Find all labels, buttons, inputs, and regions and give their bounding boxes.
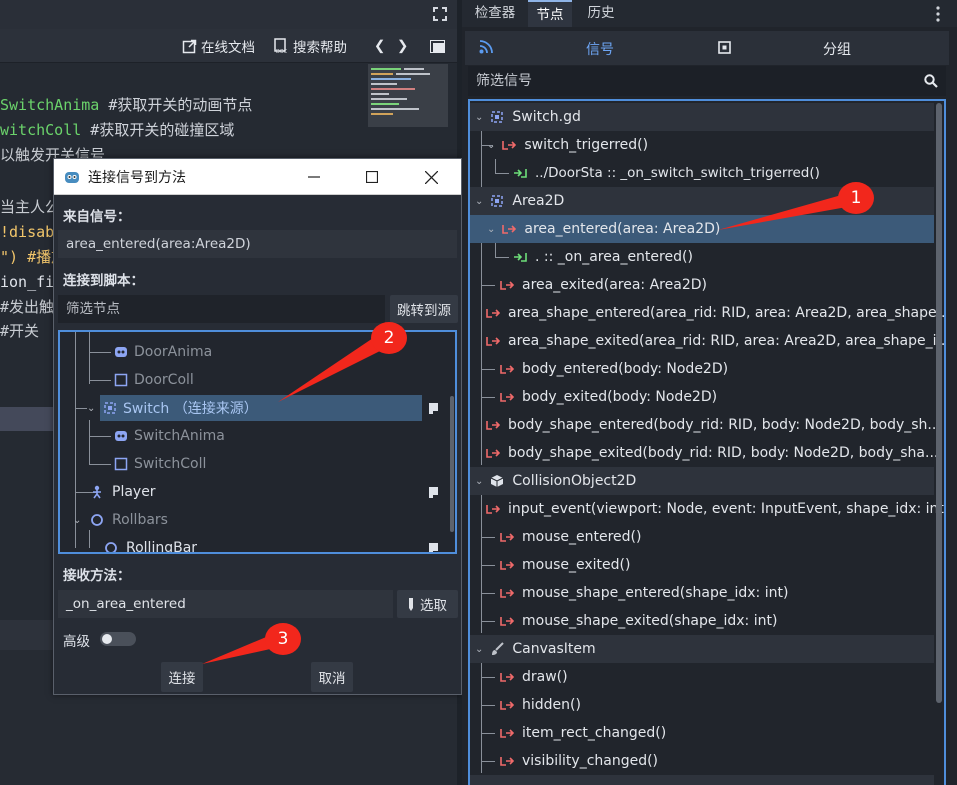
annotation-badge-1: 1 [838,182,874,214]
annotation-arrows [202,192,858,664]
annotation-badge-3: 3 [265,623,301,655]
arrow-1 [718,192,858,230]
annotation-badge-2: 2 [371,322,407,354]
